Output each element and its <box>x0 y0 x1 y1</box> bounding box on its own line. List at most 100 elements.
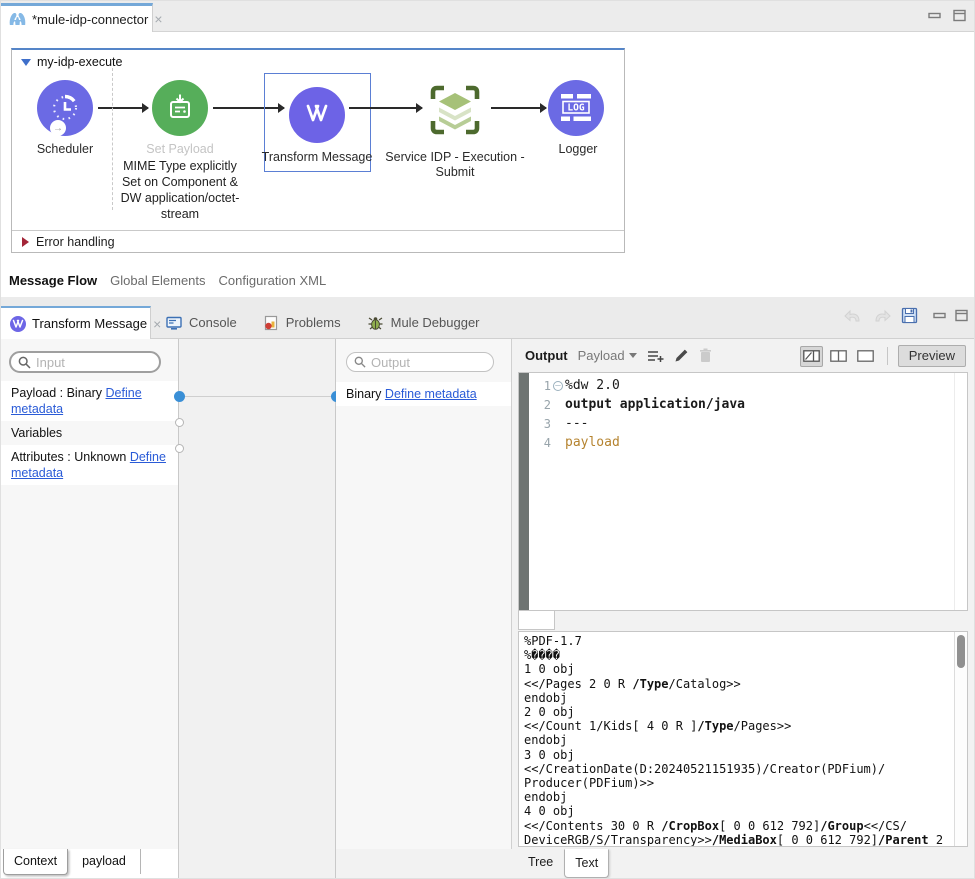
editor-gutter-strip <box>519 373 529 610</box>
undo-icon <box>843 308 863 324</box>
tab-tree[interactable]: Tree <box>518 849 563 876</box>
preview-line: <</Contents 30 0 R /CropBox[ 0 0 612 792… <box>524 819 951 833</box>
code-line[interactable]: 2output application/java <box>529 395 967 414</box>
minimize-icon[interactable] <box>928 9 941 22</box>
view-split-button[interactable] <box>827 346 850 367</box>
preview-line: DeviceRGB/S/Transparency>>/MediaBox[ 0 0… <box>524 833 951 846</box>
flow-container: my-idp-execute → Scheduler <box>11 48 625 253</box>
input-search-box[interactable] <box>9 351 161 373</box>
preview-line: 4 0 obj <box>524 804 951 818</box>
bug-icon <box>367 315 384 331</box>
view-tab-label: Transform Message <box>32 316 147 331</box>
flow-arrow <box>349 107 422 109</box>
dataweave-script-area: Output Payload <box>512 339 975 879</box>
tab-payload[interactable]: payload <box>68 849 141 874</box>
preview-line: 2 0 obj <box>524 705 951 719</box>
lane-separator <box>112 68 113 210</box>
collapse-triangle-icon[interactable] <box>21 59 31 66</box>
input-tree-item-variables[interactable]: Variables <box>1 421 178 445</box>
problems-icon <box>263 315 279 331</box>
target-label: Payload <box>578 348 625 363</box>
idp-scan-layers-icon <box>425 80 485 140</box>
editor-tab-title: *mule-idp-connector <box>32 12 148 27</box>
close-icon[interactable]: × <box>154 13 162 25</box>
preview-line: <</Pages 2 0 R /Type/Catalog>> <box>524 677 951 691</box>
scrollbar-thumb[interactable] <box>957 635 965 668</box>
view-single-button[interactable] <box>854 346 877 367</box>
view-both-button[interactable] <box>800 346 823 367</box>
scheduler-next-run-icon: → <box>50 120 66 136</box>
flow-arrow <box>98 107 148 109</box>
set-payload-note: MIME Type explicitly Set on Component & … <box>116 158 244 222</box>
view-tab-label: Mule Debugger <box>391 315 480 330</box>
dataweave-code-editor[interactable]: 1–%dw 2.02output application/java3---4pa… <box>518 372 968 611</box>
code-line[interactable]: 3--- <box>529 414 967 433</box>
preview-toggle-button[interactable]: Preview <box>898 345 966 367</box>
expand-triangle-icon[interactable] <box>22 237 29 247</box>
input-tree-panel: Payload : Binary Define metadata Variabl… <box>1 339 179 849</box>
flow-node-logger[interactable]: LOG <box>548 80 604 136</box>
bottom-view-panel: Transform Message × Console Problems <box>1 297 975 879</box>
attributes-connector-dot[interactable] <box>175 444 184 453</box>
target-selector-dropdown[interactable]: Payload <box>578 348 637 363</box>
minimize-icon[interactable] <box>933 309 946 322</box>
variables-connector-dot[interactable] <box>175 418 184 427</box>
save-icon[interactable] <box>901 307 918 324</box>
output-tree-item-binary[interactable]: Binary Define metadata <box>336 382 511 406</box>
tab-mule-idp-connector[interactable]: *mule-idp-connector × <box>1 3 153 32</box>
editor-footer-tab <box>518 611 555 630</box>
flow-node-service-idp[interactable] <box>425 80 485 140</box>
output-search-box[interactable] <box>346 352 494 372</box>
script-panel-title: Output <box>525 348 568 363</box>
preview-line: %PDF-1.7 <box>524 634 951 648</box>
flow-name: my-idp-execute <box>37 55 122 69</box>
search-icon <box>18 356 31 369</box>
edit-pencil-icon[interactable] <box>674 348 689 363</box>
tab-text[interactable]: Text <box>564 849 609 878</box>
svg-text:LOG: LOG <box>567 103 584 114</box>
maximize-icon[interactable] <box>953 9 966 22</box>
input-tree-item-attributes[interactable]: Attributes : Unknown Define metadata <box>1 445 178 485</box>
tab-transform-message-view[interactable]: Transform Message × <box>1 306 151 339</box>
tab-global-elements[interactable]: Global Elements <box>110 273 205 288</box>
define-metadata-link[interactable]: Define metadata <box>385 387 477 401</box>
anypoint-studio-window: *mule-idp-connector × my-idp-execute <box>0 0 975 879</box>
flow-node-set-payload[interactable] <box>152 80 208 136</box>
output-search-field[interactable] <box>371 355 486 370</box>
transform-message-editor: Payload : Binary Define metadata Variabl… <box>1 339 975 879</box>
preview-line: %���� <box>524 648 951 662</box>
tab-mule-debugger[interactable]: Mule Debugger <box>354 306 493 339</box>
script-header: Output Payload <box>525 348 712 363</box>
close-icon[interactable]: × <box>153 318 161 330</box>
code-line[interactable]: 4payload <box>529 433 967 452</box>
layout-controls: Preview <box>800 345 966 367</box>
set-payload-icon <box>165 93 195 123</box>
view-tab-label: Problems <box>286 315 341 330</box>
flow-header[interactable]: my-idp-execute <box>21 55 122 69</box>
input-tree-item-payload[interactable]: Payload : Binary Define metadata <box>1 381 178 421</box>
editor-tab-bar: *mule-idp-connector × <box>1 1 975 32</box>
mapping-canvas <box>179 339 336 879</box>
code-line[interactable]: 1–%dw 2.0 <box>529 376 967 395</box>
tab-configuration-xml[interactable]: Configuration XML <box>219 273 327 288</box>
fold-icon[interactable]: – <box>553 381 563 391</box>
dataweave-tab-icon <box>10 316 26 332</box>
maximize-icon[interactable] <box>955 309 968 322</box>
error-handling-section[interactable]: Error handling <box>12 230 624 252</box>
redo-icon <box>872 308 892 324</box>
input-search-field[interactable] <box>36 355 152 370</box>
tab-context[interactable]: Context <box>3 849 68 875</box>
preview-line: 3 0 obj <box>524 748 951 762</box>
search-icon <box>354 356 366 368</box>
preview-scrollbar[interactable] <box>954 632 967 846</box>
flow-node-transform-message[interactable] <box>289 87 345 143</box>
tab-message-flow[interactable]: Message Flow <box>9 273 97 288</box>
node-label-service-idp: Service IDP - Execution - Submit <box>385 150 525 180</box>
preview-panel[interactable]: %PDF-1.7%����1 0 obj<</Pages 2 0 R /Type… <box>518 631 968 847</box>
add-target-icon[interactable] <box>647 349 664 363</box>
tab-problems[interactable]: Problems <box>250 306 354 339</box>
payload-connector-dot-left[interactable] <box>174 391 185 402</box>
tab-console[interactable]: Console <box>153 306 250 339</box>
node-label-logger: Logger <box>518 142 638 157</box>
preview-line: endobj <box>524 691 951 705</box>
